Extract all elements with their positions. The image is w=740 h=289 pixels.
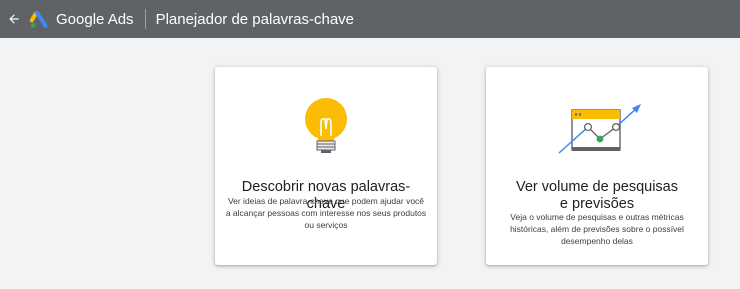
title-divider bbox=[144, 9, 146, 29]
google-ads-logo-icon bbox=[30, 10, 48, 28]
product-name: Google Ads bbox=[56, 10, 134, 28]
card-title: Ver volume de pesquisas e previsões bbox=[515, 179, 678, 212]
card-description: Veja o volume de pesquisas e outras métr… bbox=[510, 212, 684, 246]
discover-keywords-card[interactable]: Descobrir novas palavras-chave Ver ideia… bbox=[215, 67, 437, 265]
lightbulb-icon bbox=[305, 98, 347, 153]
arrow-back-icon bbox=[9, 14, 19, 24]
card-description: Ver ideias de palavra-chave que podem aj… bbox=[225, 196, 427, 230]
top-app-bar: Google Ads Planejador de palavras-chave bbox=[0, 0, 740, 38]
forecast-chart-icon bbox=[558, 104, 641, 154]
search-volume-card[interactable]: Ver volume de pesquisas e previsões Veja… bbox=[486, 67, 708, 265]
page-title: Planejador de palavras-chave bbox=[155, 10, 355, 28]
back-button[interactable] bbox=[6, 11, 22, 27]
